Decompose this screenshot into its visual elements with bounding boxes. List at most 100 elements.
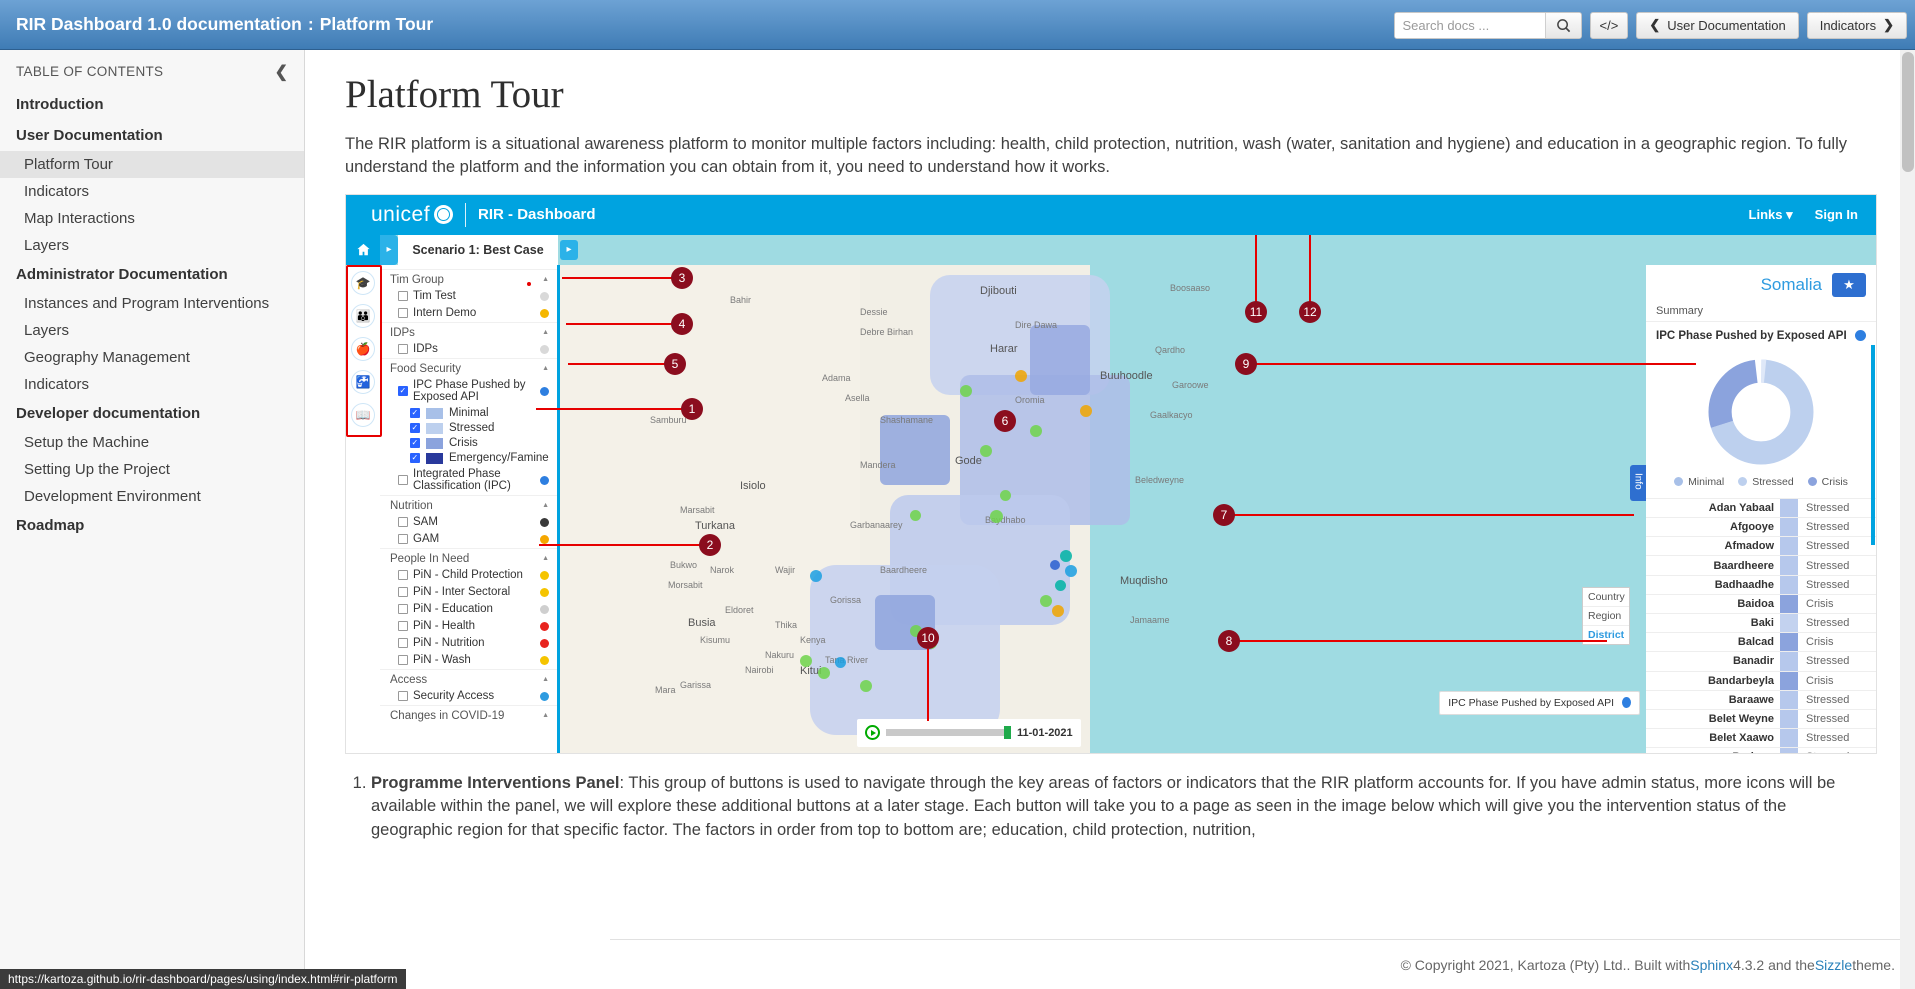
map-canvas[interactable]: Djibouti Bahir Dessie Debre Birhan Dire Dawa… <box>560 264 1646 753</box>
map-marker[interactable] <box>1050 559 1060 570</box>
map-marker[interactable] <box>1000 489 1011 501</box>
district-row[interactable]: Badhaadhe Stressed <box>1646 574 1876 594</box>
map-marker[interactable] <box>1080 404 1092 417</box>
district-row[interactable]: Adan Yabaal Stressed <box>1646 497 1876 518</box>
district-list[interactable]: Adan Yabaal Stressed Afgooye Stressed Afmado… <box>1646 497 1876 753</box>
chevron-up-icon[interactable]: ▲ <box>542 555 549 562</box>
layer-checkbox[interactable] <box>398 344 408 355</box>
map-marker[interactable] <box>1055 579 1066 591</box>
sidebar-item-roadmap[interactable]: Roadmap <box>0 510 304 541</box>
timeline-slider[interactable] <box>886 726 1011 740</box>
info-tab[interactable]: Info <box>1630 464 1646 501</box>
sidebar-item-user-documentation[interactable]: User Documentation <box>0 120 304 151</box>
district-row[interactable]: Belet Xaawo Stressed <box>1646 728 1876 748</box>
layer-checkbox[interactable] <box>398 638 408 649</box>
sidebar-item-layers[interactable]: Layers <box>0 317 304 344</box>
map-marker[interactable] <box>1040 594 1052 607</box>
chevron-up-icon[interactable]: ▲ <box>542 676 549 683</box>
layer-group-idps[interactable]: IDPs ▲ <box>380 321 557 341</box>
layer-legend-item[interactable]: Emergency/Famine <box>380 451 557 466</box>
district-row[interactable]: Belet Weyne Stressed <box>1646 708 1876 729</box>
layer-item-pin-inter-sectoral[interactable]: PiN - Inter Sectoral <box>380 584 557 601</box>
level-region[interactable]: Region <box>1583 607 1629 626</box>
favourite-button[interactable]: ★ <box>1832 272 1866 297</box>
level-country[interactable]: Country <box>1583 588 1629 607</box>
layer-checkbox[interactable] <box>398 308 408 319</box>
layer-checkbox[interactable] <box>398 517 408 528</box>
map-marker[interactable] <box>800 654 812 667</box>
layer-item-pin-wash[interactable]: PiN - Wash <box>380 652 557 669</box>
search-box[interactable] <box>1393 11 1582 39</box>
layer-item-pin-education[interactable]: PiN - Education <box>380 601 557 618</box>
panel-expand-button[interactable]: ▸ <box>380 234 398 265</box>
chevron-up-icon[interactable]: ▲ <box>542 329 549 336</box>
sidebar-item-geography-management[interactable]: Geography Management <box>0 344 304 371</box>
prev-page-button[interactable]: ❮ User Documentation <box>1636 11 1799 39</box>
toc-collapse-icon[interactable]: ❮ <box>275 62 288 82</box>
district-row[interactable]: Berbera Stressed <box>1646 747 1876 753</box>
sidebar-item-setting-up-the-project[interactable]: Setting Up the Project <box>0 456 304 483</box>
layer-item-pin-health[interactable]: PiN - Health <box>380 618 557 635</box>
map-marker[interactable] <box>860 679 872 692</box>
sidebar-item-layers[interactable]: Layers <box>0 232 304 259</box>
layer-group-changes-in-covid-19[interactable]: Changes in COVID-19 ▲ <box>380 704 557 724</box>
sidebar-item-platform-tour[interactable]: Platform Tour <box>0 151 304 178</box>
search-input[interactable] <box>1394 12 1545 38</box>
map-marker[interactable] <box>818 666 830 679</box>
chevron-up-icon[interactable]: ▲ <box>542 365 549 372</box>
map-marker[interactable] <box>835 656 846 668</box>
sidebar-item-introduction[interactable]: Introduction <box>0 89 304 120</box>
legend-checkbox[interactable] <box>410 422 420 434</box>
chevron-up-icon[interactable]: ▲ <box>542 276 549 283</box>
layer-checkbox[interactable] <box>398 604 408 615</box>
map-marker[interactable] <box>910 509 921 521</box>
layer-group-nutrition[interactable]: Nutrition ▲ <box>380 494 557 514</box>
layer-checkbox[interactable] <box>398 570 408 581</box>
layer-checkbox[interactable] <box>398 475 408 486</box>
map-marker[interactable] <box>1065 564 1077 577</box>
sidebar-item-map-interactions[interactable]: Map Interactions <box>0 205 304 232</box>
sidebar-item-setup-the-machine[interactable]: Setup the Machine <box>0 429 304 456</box>
layer-item-tim-test[interactable]: Tim Test <box>380 288 557 305</box>
map-marker[interactable] <box>810 569 822 582</box>
map-marker[interactable] <box>980 444 992 457</box>
district-row[interactable]: Baidoa Crisis <box>1646 593 1876 613</box>
layers-panel[interactable]: Tim Group ▲ Tim Test Intern Demo IDPs ▲ IDPs Fo… <box>380 264 560 753</box>
play-icon[interactable] <box>865 725 880 741</box>
sidebar-item-indicators[interactable]: Indicators <box>0 371 304 398</box>
map-marker[interactable] <box>1052 604 1064 617</box>
links-menu[interactable]: Links ▾ <box>1749 207 1793 223</box>
district-row[interactable]: Baki Stressed <box>1646 612 1876 633</box>
chevron-up-icon[interactable]: ▲ <box>542 502 549 509</box>
sidebar-item-instances-and-program-interventions[interactable]: Instances and Program Interventions <box>0 290 304 317</box>
view-source-button[interactable]: </> <box>1589 11 1629 39</box>
district-row[interactable]: Bandarbeyla Crisis <box>1646 670 1876 690</box>
map-marker[interactable] <box>960 384 972 397</box>
sign-in-button[interactable]: Sign In <box>1815 207 1858 222</box>
layer-checkbox[interactable] <box>398 691 408 702</box>
district-row[interactable]: Baardheere Stressed <box>1646 555 1876 575</box>
chevron-up-icon[interactable]: ▲ <box>542 712 549 719</box>
layer-checkbox[interactable] <box>398 621 408 632</box>
summary-scrollbar[interactable] <box>1871 344 1875 545</box>
layer-item-ipc-phase-pushed-by-exposed-api[interactable]: IPC Phase Pushed by Exposed API <box>380 377 557 406</box>
layer-checkbox[interactable] <box>398 655 408 666</box>
map-marker[interactable] <box>1015 369 1027 382</box>
page-scrollbar[interactable] <box>1900 50 1915 989</box>
layer-item-integrated-phase-classification-ipc-[interactable]: Integrated Phase Classification (IPC) <box>380 466 557 495</box>
geography-level-selector[interactable]: Country Region District <box>1582 586 1630 645</box>
next-page-button[interactable]: Indicators ❯ <box>1806 11 1907 39</box>
sidebar-item-development-environment[interactable]: Development Environment <box>0 483 304 510</box>
layer-legend-item[interactable]: Crisis <box>380 436 557 451</box>
district-row[interactable]: Afgooye Stressed <box>1646 517 1876 537</box>
sidebar-item-administrator-documentation[interactable]: Administrator Documentation <box>0 259 304 290</box>
sidebar-item-indicators[interactable]: Indicators <box>0 178 304 205</box>
layer-checkbox[interactable] <box>398 385 408 397</box>
layer-legend-item[interactable]: Minimal <box>380 406 557 421</box>
district-row[interactable]: Baraawe Stressed <box>1646 689 1876 709</box>
legend-checkbox[interactable] <box>410 407 420 419</box>
layer-legend-item[interactable]: Stressed <box>380 421 557 436</box>
scenario-next-button[interactable]: ▸ <box>560 239 578 260</box>
layer-item-gam[interactable]: GAM <box>380 531 557 548</box>
search-button[interactable] <box>1544 12 1581 38</box>
